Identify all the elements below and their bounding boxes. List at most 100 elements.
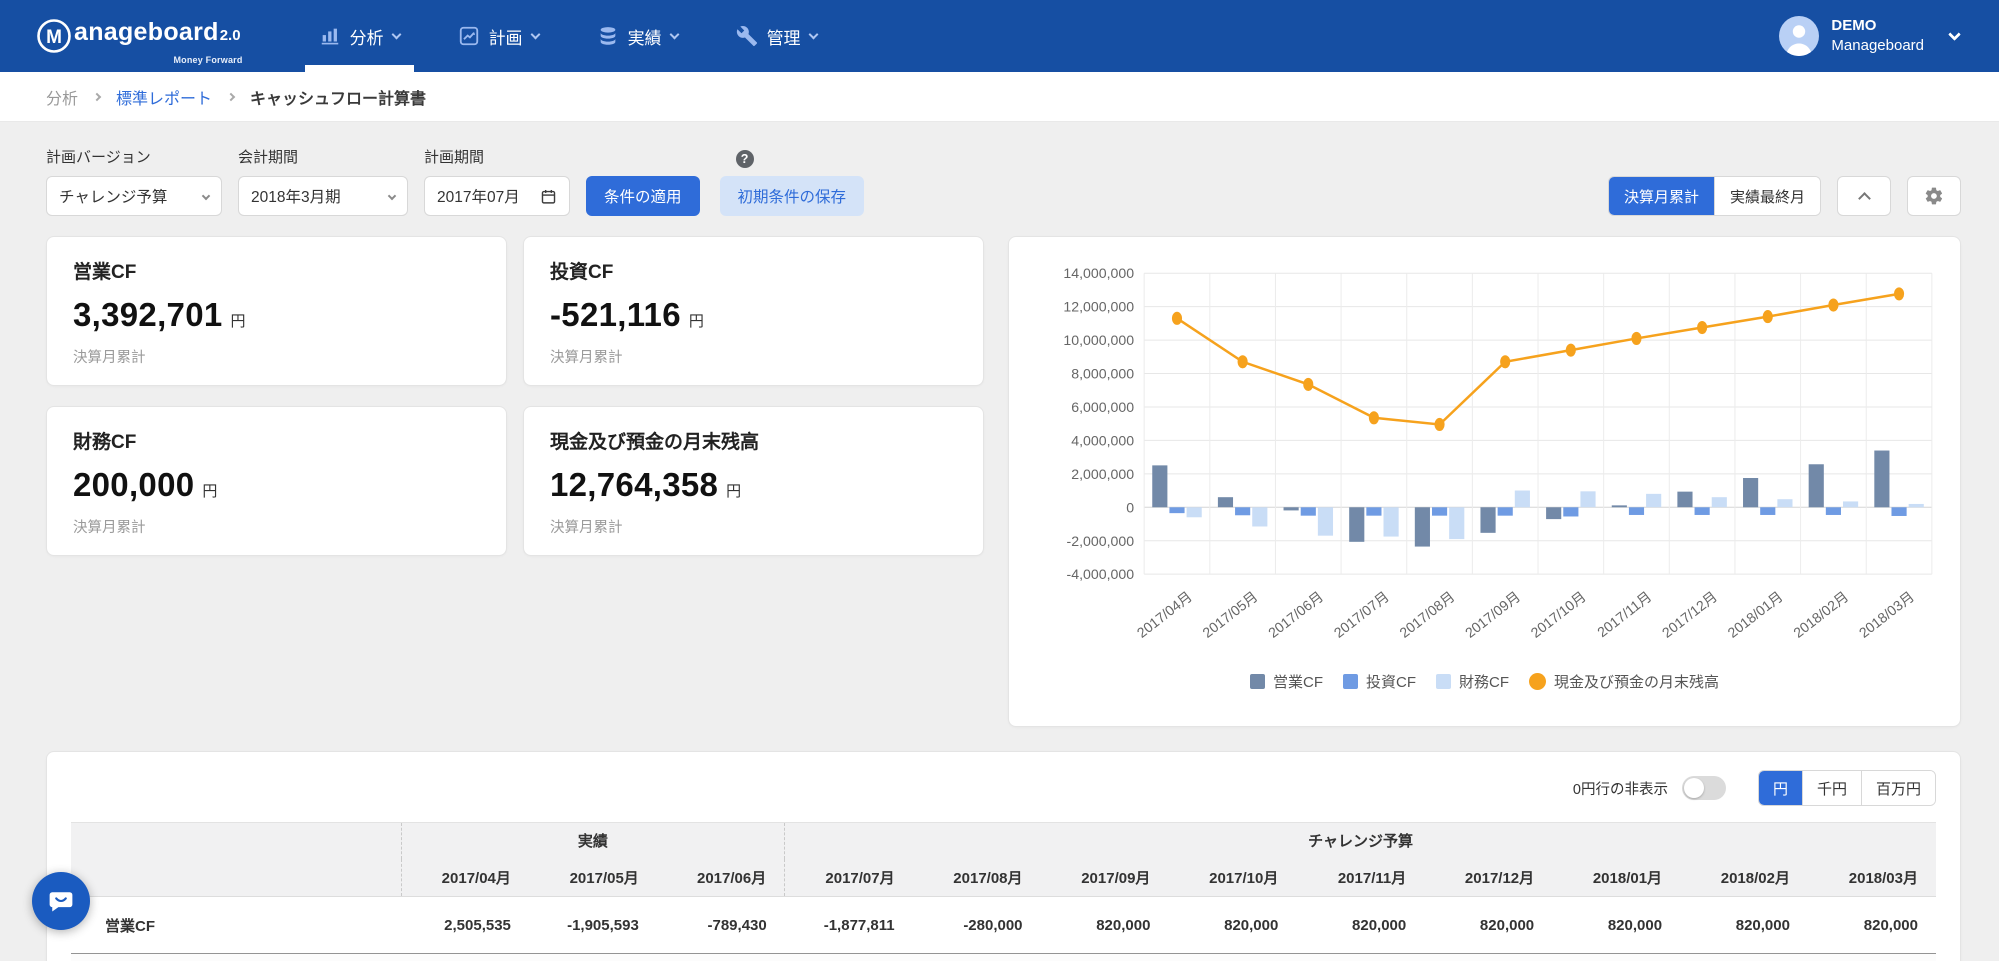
view-mode-fiscal-cumulative[interactable]: 決算月累計 (1609, 177, 1714, 215)
table-cell: 2,505,535 (401, 897, 529, 954)
help-icon[interactable]: ? (736, 150, 754, 168)
plan-period-input[interactable]: 2017年07月 (424, 176, 570, 216)
kpi-card-investing-cf: 投資CF -521,116円 決算月累計 (523, 236, 984, 386)
month-column-header: 2017/06月 (657, 859, 785, 897)
svg-text:6,000,000: 6,000,000 (1071, 399, 1134, 415)
svg-text:2017/04月: 2017/04月 (1134, 588, 1195, 641)
view-controls: 決算月累計 実績最終月 (1608, 176, 1961, 216)
nav-label: 実績 (628, 24, 662, 49)
month-column-header: 2018/03月 (1808, 859, 1936, 897)
unit-option-千円[interactable]: 千円 (1802, 771, 1861, 805)
month-column-header: 2017/09月 (1041, 859, 1169, 897)
plan-version-value: チャレンジ予算 (59, 185, 167, 207)
month-column-header: 2017/12月 (1424, 859, 1552, 897)
collapse-button[interactable] (1837, 176, 1891, 216)
brand-version: 2.0 (220, 27, 241, 44)
month-column-header: 2017/11月 (1296, 859, 1424, 897)
chevron-down-icon (1948, 28, 1961, 41)
column-group-header: チャレンジ予算 (785, 823, 1936, 859)
legend-swatch (1436, 674, 1451, 689)
page-title: キャッシュフロー計算書 (250, 85, 426, 109)
legend-swatch (1343, 674, 1358, 689)
chevron-up-icon (1858, 192, 1871, 205)
month-column-header: 2017/05月 (529, 859, 657, 897)
zero-rows-toggle[interactable] (1682, 776, 1726, 800)
database-icon (597, 25, 619, 47)
fiscal-period-select[interactable]: 2018年3月期 (238, 176, 408, 216)
apply-conditions-button[interactable]: 条件の適用 (586, 176, 700, 216)
cashflow-combo-chart: 14,000,00012,000,00010,000,0008,000,0006… (1025, 253, 1944, 667)
kpi-card-financing-cf: 財務CF 200,000円 決算月累計 (46, 406, 507, 556)
svg-text:14,000,000: 14,000,000 (1063, 265, 1134, 281)
row-label[interactable]: 営業CF (71, 897, 401, 954)
legend-item: 営業CF (1250, 671, 1323, 692)
view-mode-latest-actual[interactable]: 実績最終月 (1714, 177, 1820, 215)
kpi-cards: 営業CF 3,392,701円 決算月累計 投資CF -521,116円 決算月… (46, 236, 984, 556)
month-column-header: 2017/10月 (1168, 859, 1296, 897)
plan-version-field: 計画バージョン チャレンジ予算 (46, 146, 222, 216)
svg-text:2018/03月: 2018/03月 (1856, 588, 1917, 641)
breadcrumb-standard-report-link[interactable]: 標準レポート (116, 85, 212, 109)
svg-text:8,000,000: 8,000,000 (1071, 366, 1134, 382)
chevron-down-icon (669, 29, 679, 39)
nav-item-admin[interactable]: 管理 (718, 0, 835, 72)
brand-logo[interactable]: M anageboard2.0 Money Forward (36, 18, 241, 54)
calendar-icon (540, 188, 557, 205)
kpi-card-operating-cf: 営業CF 3,392,701円 決算月累計 (46, 236, 507, 386)
nav-item-analysis[interactable]: 分析 (301, 0, 418, 72)
cashflow-chart-panel: 14,000,00012,000,00010,000,0008,000,0006… (1008, 236, 1961, 727)
breadcrumb: 分析 標準レポート キャッシュフロー計算書 (0, 72, 1999, 122)
kpi-value: 200,000円 (73, 466, 480, 504)
kpi-card-month-end-cash-balance: 現金及び預金の月末残高 12,764,358円 決算月累計 (523, 406, 984, 556)
svg-text:2017/10月: 2017/10月 (1528, 588, 1589, 641)
plan-period-field: 計画期間 2017年07月 (424, 146, 570, 216)
chevron-right-icon (227, 92, 235, 100)
avatar-icon (1779, 16, 1819, 56)
table-cell: 820,000 (1424, 897, 1552, 954)
nav-item-plan[interactable]: 計画 (440, 0, 557, 72)
chat-button[interactable] (32, 872, 90, 930)
svg-text:0: 0 (1126, 499, 1134, 515)
toggle-knob (1684, 778, 1704, 798)
svg-text:2017/12月: 2017/12月 (1659, 588, 1720, 641)
table-controls: 0円行の非表示 円千円百万円 (71, 764, 1936, 812)
legend-item: 現金及び預金の月末残高 (1529, 671, 1719, 692)
brand-m-icon: M (36, 18, 72, 54)
table-corner-cell (71, 823, 401, 859)
unit-option-百万円[interactable]: 百万円 (1861, 771, 1935, 805)
chat-icon (47, 887, 75, 915)
unit-option-円[interactable]: 円 (1759, 771, 1802, 805)
kpi-value: -521,116円 (550, 296, 957, 334)
kpi-caption: 決算月累計 (550, 516, 957, 537)
brand-subbrand: Money Forward (173, 55, 242, 65)
table-cell: -789,430 (657, 897, 785, 954)
month-column-header: 2017/04月 (401, 859, 529, 897)
svg-text:2017/05月: 2017/05月 (1199, 588, 1260, 641)
plan-period-value: 2017年07月 (437, 185, 520, 207)
plan-version-select[interactable]: チャレンジ予算 (46, 176, 222, 216)
kpi-title: 財務CF (73, 427, 480, 454)
cashflow-table: 実績チャレンジ予算2017/04月2017/05月2017/06月2017/07… (71, 822, 1936, 961)
column-group-header: 実績 (401, 823, 785, 859)
save-initial-conditions-button[interactable]: 初期条件の保存 (720, 176, 865, 216)
kpi-value: 12,764,358円 (550, 466, 957, 504)
chevron-down-icon (391, 29, 401, 39)
table-cell: 820,000 (1041, 897, 1169, 954)
table-row: 営業CF2,505,535-1,905,593-789,430-1,877,81… (71, 897, 1936, 954)
settings-button[interactable] (1907, 176, 1961, 216)
nav-label: 管理 (767, 24, 801, 49)
user-menu[interactable]: DEMO Manageboard (1779, 16, 1959, 57)
main-nav: 分析 計画 実績 管理 (301, 0, 857, 72)
legend-item: 投資CF (1343, 671, 1416, 692)
chevron-down-icon (202, 192, 210, 200)
line-chart-icon (458, 25, 480, 47)
nav-item-actuals[interactable]: 実績 (579, 0, 696, 72)
brand-word: anageboard (74, 18, 219, 47)
kpi-unit: 円 (689, 313, 704, 330)
filter-bar: 計画バージョン チャレンジ予算 会計期間 2018年3月期 計画期間 2017年… (0, 122, 1999, 216)
kpi-unit: 円 (202, 483, 217, 500)
svg-text:4,000,000: 4,000,000 (1071, 432, 1134, 448)
kpi-caption: 決算月累計 (550, 346, 957, 367)
month-column-header: 2017/08月 (913, 859, 1041, 897)
breadcrumb-analysis: 分析 (46, 85, 78, 109)
